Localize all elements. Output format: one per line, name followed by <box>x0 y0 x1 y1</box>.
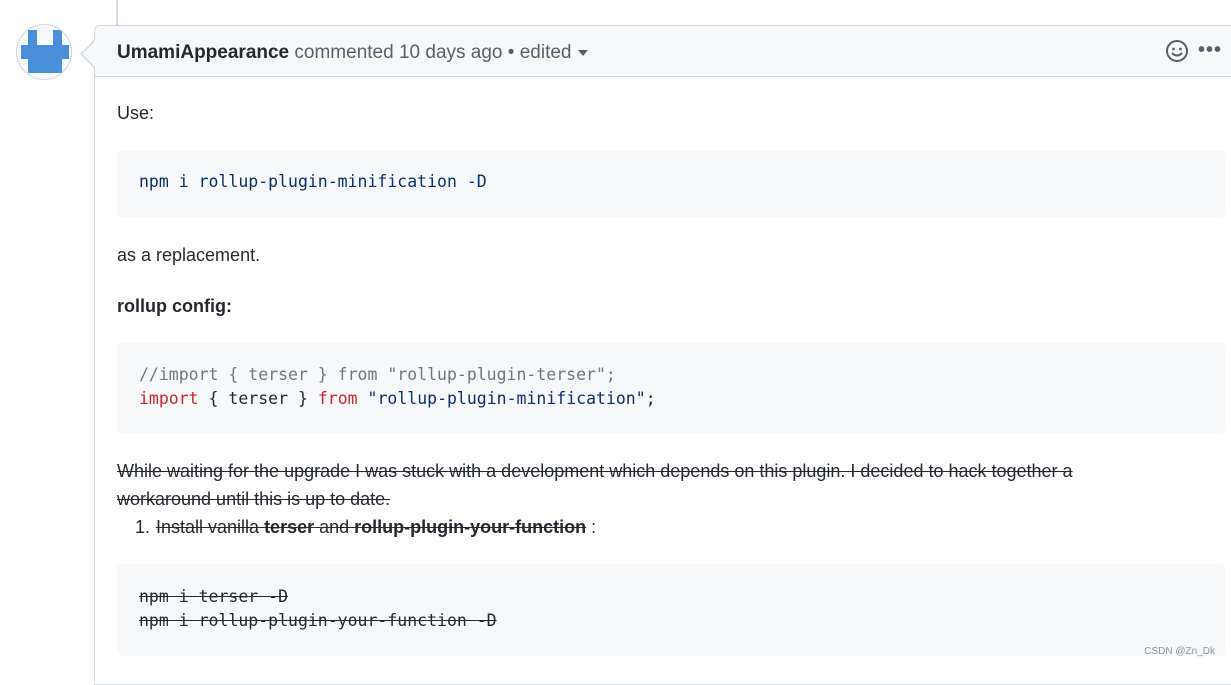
comment-meta: UmamiAppearance commented 10 days ago • … <box>117 42 588 64</box>
user-avatar[interactable] <box>16 24 72 80</box>
code-keyword-from: from <box>317 389 358 408</box>
code-string-module: "rollup-plugin-minification" <box>367 389 646 408</box>
code-brace-close: } <box>288 389 318 408</box>
comment-action: commented <box>294 42 394 63</box>
timeline-line <box>116 0 118 25</box>
list-text-and: and <box>314 517 355 537</box>
list-item-number: 1. <box>135 517 151 537</box>
code-identifier-terser: terser <box>228 389 289 408</box>
comment-pointer-fill <box>82 41 95 67</box>
struck-command-1: npm i terser -D <box>139 587 289 606</box>
edited-dropdown[interactable]: edited <box>520 42 588 63</box>
list-text-plugin: rollup-plugin-your-function <box>354 517 587 537</box>
code-block-install: npm i rollup-plugin-minification -D <box>117 150 1225 217</box>
list-item-install: Install vanilla terser and rollup-plugin… <box>156 517 596 538</box>
chevron-down-icon <box>577 49 588 56</box>
code-brace-open: { <box>198 389 229 408</box>
comment-header: UmamiAppearance commented 10 days ago • … <box>95 26 1231 77</box>
separator-dot: • <box>507 42 515 63</box>
heading-rollup-config: rollup config: <box>117 296 232 316</box>
code-block-struck: npm i terser -D npm i rollup-plugin-your… <box>117 564 1225 656</box>
comment-author-link[interactable]: UmamiAppearance <box>117 42 289 63</box>
list-text-install: Install vanilla <box>156 517 265 537</box>
list-text-colon: : <box>586 517 597 537</box>
kebab-horizontal-icon[interactable]: ••• <box>1198 40 1222 60</box>
paragraph-use: Use: <box>117 103 155 123</box>
code-block-config: //import { terser } from "rollup-plugin-… <box>117 342 1225 434</box>
code-install-command: npm i rollup-plugin-minification -D <box>139 172 487 191</box>
list-text-terser: terser <box>264 517 315 537</box>
comment-timestamp-link[interactable]: 10 days ago <box>399 42 503 63</box>
avatar-identicon <box>21 30 69 73</box>
smiley-icon[interactable] <box>1165 39 1189 63</box>
paragraph-replacement: as a replacement. <box>117 245 261 265</box>
watermark-text: CSDN @Zn_Dk <box>1144 646 1215 657</box>
struck-paragraph-line-1: While waiting for the upgrade I was stuc… <box>117 461 1073 481</box>
code-keyword-import: import <box>139 389 199 408</box>
code-import-line: import { terser } from "rollup-plugin-mi… <box>139 389 656 408</box>
struck-command-2: npm i rollup-plugin-your-function -D <box>139 611 497 630</box>
code-semicolon: ; <box>645 389 656 408</box>
edited-label: edited <box>519 42 572 63</box>
struck-paragraph-line-2: workaround until this is up to date. <box>117 489 391 509</box>
code-comment-line: //import { terser } from "rollup-plugin-… <box>139 365 616 384</box>
